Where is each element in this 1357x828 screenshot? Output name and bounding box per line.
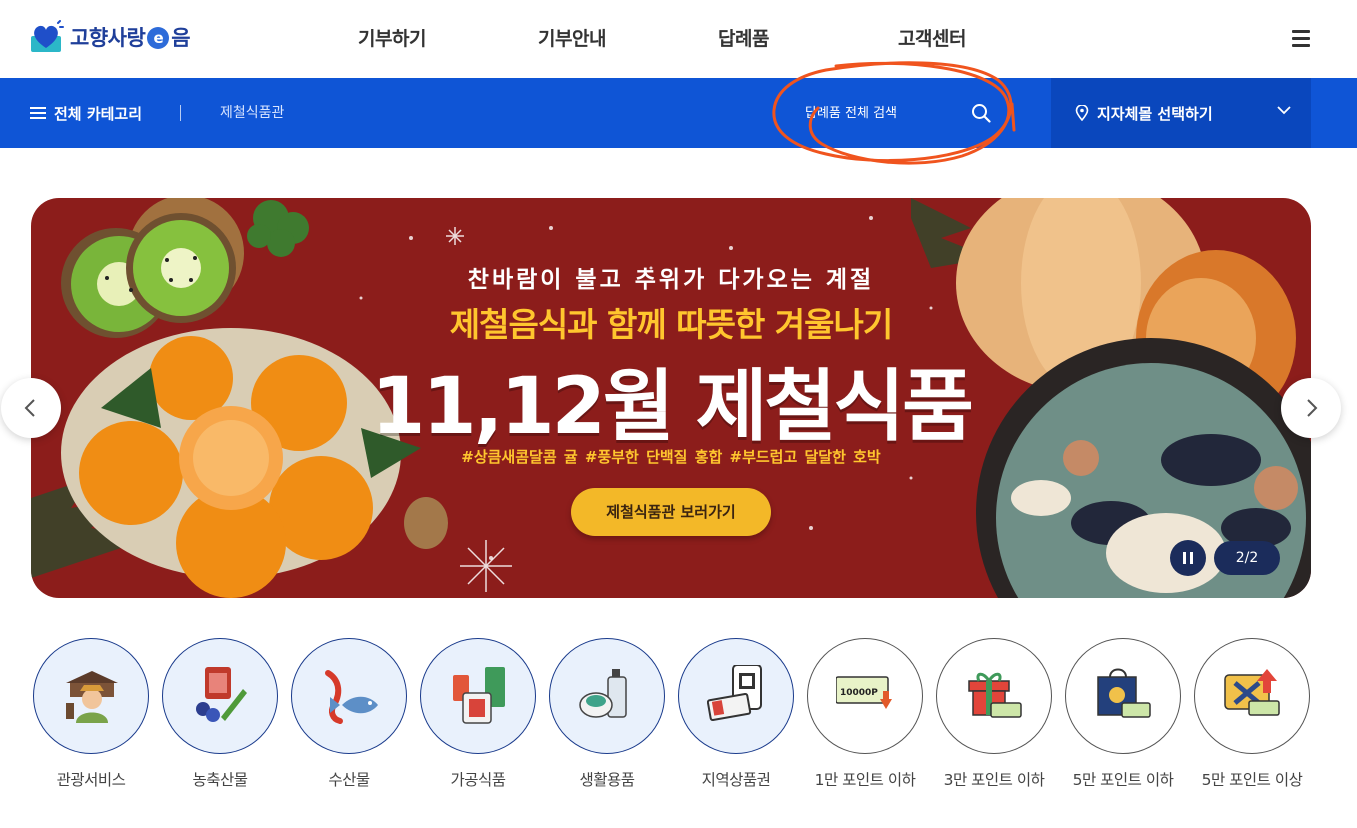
chevron-left-icon (24, 399, 35, 417)
nav-donate[interactable]: 기부하기 (358, 24, 426, 51)
region-select-label: 지자체몰 선택하기 (1097, 104, 1213, 123)
heart-logo-icon (31, 20, 64, 52)
nav-donation-guide[interactable]: 기부안내 (538, 24, 606, 51)
category-local-voucher[interactable]: 지역상품권 (678, 638, 794, 790)
seafood-icon (325, 670, 378, 724)
point-10000-icon: 10000P (836, 676, 892, 709)
banner-hashtags: #상큼새콤달콤 귤 #풍부한 단백질 홍합 #부드럽고 달달한 호박 (461, 448, 881, 466)
menu-icon[interactable] (1292, 30, 1310, 47)
category-label: 생활용품 (579, 771, 635, 789)
site-logo[interactable]: 고향사랑 e 음 (30, 20, 191, 54)
seasonal-food-cta-button[interactable]: 제철식품관 보러가기 (571, 488, 771, 536)
category-under-50000-points[interactable]: 5만 포인트 이하 (1065, 638, 1181, 790)
search-box (795, 92, 1005, 134)
category-agriculture[interactable]: 농축산물 (162, 638, 278, 790)
pause-icon[interactable] (1170, 540, 1206, 576)
processed-food-icon (453, 667, 505, 724)
banner-subtitle: 찬바람이 불고 추위가 다가오는 계절 (467, 267, 875, 293)
category-over-50000-points[interactable]: 5만 포인트 이상 (1194, 638, 1310, 790)
category-label: 수산물 (328, 771, 370, 789)
next-slide-button[interactable] (1281, 378, 1341, 438)
slide-counter: 2/2 (1214, 541, 1280, 575)
nav-customer-center[interactable]: 고객센터 (898, 24, 966, 51)
prev-slide-button[interactable] (1, 378, 61, 438)
search-icon[interactable] (971, 103, 991, 123)
category-label: 농축산물 (192, 771, 248, 789)
chevron-right-icon (1307, 399, 1318, 417)
meat-vegetable-icon (196, 667, 247, 722)
household-goods-icon (579, 669, 627, 718)
banner-title: 11,12월 제철식품 (371, 362, 974, 452)
category-seafood[interactable]: 수산물 (291, 638, 407, 790)
svg-text:10000P: 10000P (840, 688, 878, 698)
gift-box-icon (968, 672, 1022, 718)
site-header: 고향사랑 e 음 기부하기 기부안내 답례품 고객센터 (0, 0, 1357, 78)
category-processed-food[interactable]: 가공식품 (420, 638, 536, 790)
seasonal-food-link[interactable]: 제철식품관 (220, 78, 284, 148)
logo-text: 고향사랑 e 음 (70, 26, 191, 50)
chevron-down-icon (1277, 106, 1291, 115)
category-label: 가공식품 (450, 771, 506, 789)
search-input[interactable] (795, 92, 965, 134)
promo-banner[interactable]: 찬바람이 불고 추위가 다가오는 계절 제철음식과 함께 따뜻한 겨울나기 11… (31, 198, 1311, 598)
all-categories-button[interactable]: 전체 카테고리 (30, 78, 142, 148)
tourist-guide-icon (66, 671, 118, 723)
category-under-30000-points[interactable]: 3만 포인트 이하 (936, 638, 1052, 790)
banner-tagline: 제철음식과 함께 따뜻한 겨울나기 (449, 305, 894, 344)
gift-bag-icon (1097, 668, 1151, 718)
category-label: 관광서비스 (56, 771, 126, 789)
divider (180, 105, 181, 121)
region-mall-select[interactable]: 지자체몰 선택하기 (1051, 78, 1311, 148)
category-label: 5만 포인트 이하 (1072, 771, 1174, 789)
voucher-icon (707, 665, 762, 722)
hamburger-icon (30, 104, 46, 122)
category-label: 1만 포인트 이하 (814, 771, 916, 789)
location-pin-icon (1075, 105, 1089, 121)
category-label: 3만 포인트 이하 (943, 771, 1045, 789)
category-bar: 전체 카테고리 제철식품관 지자체몰 선택하기 (0, 78, 1357, 148)
all-categories-label: 전체 카테고리 (54, 104, 143, 123)
category-household[interactable]: 생활용품 (549, 638, 665, 790)
category-label: 5만 포인트 이상 (1201, 771, 1303, 789)
premium-gift-icon (1224, 669, 1280, 716)
category-tourism[interactable]: 관광서비스 (33, 638, 149, 790)
category-under-10000-points[interactable]: 10000P 1만 포인트 이하 (807, 638, 923, 790)
nav-gifts[interactable]: 답례품 (718, 24, 769, 51)
category-label: 지역상품권 (701, 771, 771, 789)
